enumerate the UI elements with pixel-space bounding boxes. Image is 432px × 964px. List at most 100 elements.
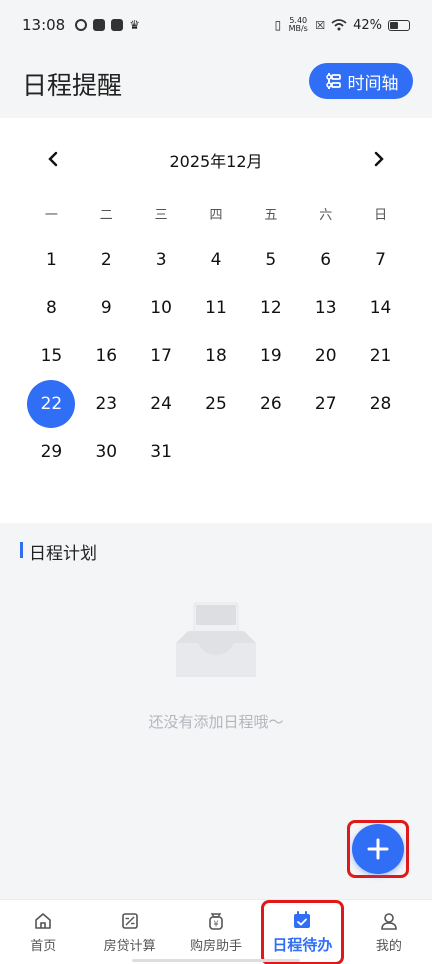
empty-state-text: 还没有添加日程哦～: [148, 713, 284, 731]
calendar-day-number: 13: [314, 298, 337, 318]
weekday-label: 日: [374, 208, 388, 223]
calendar-day[interactable]: 26: [243, 380, 298, 428]
nav-label: 购房助手: [190, 938, 243, 954]
calendar-day-number: 14: [369, 298, 392, 318]
calendar-day-number: 1: [46, 250, 57, 270]
calendar-day[interactable]: 13: [298, 284, 353, 332]
calendar-day[interactable]: 6: [298, 236, 353, 284]
chevron-right-icon: [374, 151, 384, 167]
crown-icon: ♛: [129, 18, 140, 32]
weekday-label: 六: [319, 208, 333, 223]
calendar-day[interactable]: 4: [189, 236, 244, 284]
calendar-day-number: 23: [95, 394, 118, 414]
calendar-day-number: 2: [100, 250, 112, 270]
calendar-day-number: 7: [375, 250, 386, 270]
calendar-day[interactable]: 3: [134, 236, 189, 284]
calendar-day-number: 29: [40, 442, 63, 462]
calendar-day[interactable]: 14: [353, 284, 408, 332]
timeline-button[interactable]: 时间轴: [309, 63, 413, 99]
calendar-day[interactable]: 5: [243, 236, 298, 284]
calendar-day[interactable]: 7: [353, 236, 408, 284]
nav-item-home-buying-assistant[interactable]: ¥ 购房助手: [173, 900, 259, 964]
calendar-day[interactable]: 2: [79, 236, 134, 284]
calendar-day[interactable]: 25: [189, 380, 244, 428]
nav-label: 我的: [375, 938, 402, 954]
wifi-icon: [331, 19, 347, 31]
notification-icon: [75, 19, 88, 31]
battery-icon: [388, 19, 410, 31]
calendar-day[interactable]: 29: [24, 428, 79, 476]
calendar-day-number: 28: [369, 394, 392, 414]
calendar-day-number: 15: [40, 346, 63, 366]
weekday-label: 三: [154, 208, 168, 223]
calendar-day[interactable]: 18: [189, 332, 244, 380]
calendar-nav: 2025年12月: [0, 144, 432, 174]
next-month-button[interactable]: [366, 146, 392, 172]
calendar-day-number: 16: [95, 346, 118, 366]
calendar-day-number: 5: [265, 250, 277, 270]
nav-item-profile[interactable]: 我的: [346, 900, 432, 964]
calendar-day[interactable]: 21: [353, 332, 408, 380]
mail-notification-icon: [111, 19, 124, 31]
calendar-day-number: 18: [205, 346, 227, 366]
calendar-day[interactable]: 28: [353, 380, 408, 428]
calendar-day[interactable]: 27: [298, 380, 353, 428]
calendar-day-number: 21: [369, 346, 392, 366]
person-icon: [381, 912, 397, 930]
add-schedule-button[interactable]: [352, 824, 404, 874]
timeline-button-label: 时间轴: [347, 73, 399, 94]
calendar-day-number: 30: [95, 442, 118, 462]
nav-item-home[interactable]: 首页: [0, 900, 86, 964]
calendar-day-selected[interactable]: 22: [24, 380, 79, 428]
weekday-label: 四: [209, 208, 223, 223]
calendar-day-number: 4: [210, 250, 222, 270]
calendar: 2025年12月 一 二 三 四 五 六 日 1 2 3 4 5 6 7 8 9 10 11 12 13…: [0, 118, 432, 523]
calendar-day-number: 19: [260, 346, 282, 366]
calendar-day[interactable]: 31: [134, 428, 189, 476]
calendar-day-number: 17: [150, 346, 172, 366]
calendar-day[interactable]: 24: [134, 380, 189, 428]
weekday-label: 一: [44, 208, 58, 223]
weekday-label: 二: [99, 208, 113, 223]
no-sim-icon: ☒: [315, 18, 326, 32]
svg-text:¥: ¥: [213, 919, 218, 928]
calendar-day-number: 24: [150, 394, 172, 414]
weekday-header: 一 二 三 四 五 六 日: [24, 204, 408, 223]
calendar-day-number: 12: [260, 298, 282, 318]
calendar-day-number: 22: [27, 380, 76, 428]
calendar-day-number: 25: [205, 394, 227, 414]
calendar-day-number: 9: [100, 298, 112, 318]
status-bar: 13:08 ♛ ▯ 5.40 MB/s ☒ 42%: [0, 0, 432, 50]
battery-percent: 42%: [353, 17, 382, 33]
nav-label: 房贷计算: [103, 938, 156, 954]
calendar-day[interactable]: 12: [243, 284, 298, 332]
home-icon: [35, 912, 52, 929]
empty-inbox-icon: [176, 602, 256, 677]
bottom-nav: 首页 房贷计算 ¥ 购房助手 日程待办 我的: [0, 899, 432, 964]
nav-item-mortgage-calc[interactable]: 房贷计算: [86, 900, 172, 964]
calendar-day[interactable]: 1: [24, 236, 79, 284]
calendar-day-number: 3: [155, 250, 167, 270]
nav-item-schedule[interactable]: 日程待办: [259, 900, 345, 964]
calendar-day[interactable]: 16: [79, 332, 134, 380]
calendar-day-number: 6: [320, 250, 332, 270]
calendar-day-number: 26: [260, 394, 282, 414]
calendar-day[interactable]: 30: [79, 428, 134, 476]
page-title: 日程提醒: [22, 71, 123, 100]
calendar-day[interactable]: 19: [243, 332, 298, 380]
calendar-day[interactable]: 15: [24, 332, 79, 380]
add-schedule-highlight: [347, 820, 409, 878]
network-speed: 5.40 MB/s: [288, 16, 308, 33]
calendar-day[interactable]: 20: [298, 332, 353, 380]
calendar-day[interactable]: 23: [79, 380, 134, 428]
schedule-tab-highlight: [261, 900, 344, 964]
calendar-day[interactable]: 17: [134, 332, 189, 380]
vibrate-icon: ▯: [274, 18, 282, 32]
calendar-day-number: 31: [150, 442, 172, 462]
calendar-day[interactable]: 9: [79, 284, 134, 332]
status-time: 13:08: [22, 16, 66, 34]
calendar-day[interactable]: 11: [189, 284, 244, 332]
calendar-day[interactable]: 8: [24, 284, 79, 332]
timeline-icon: [325, 73, 341, 89]
calendar-day[interactable]: 10: [134, 284, 189, 332]
